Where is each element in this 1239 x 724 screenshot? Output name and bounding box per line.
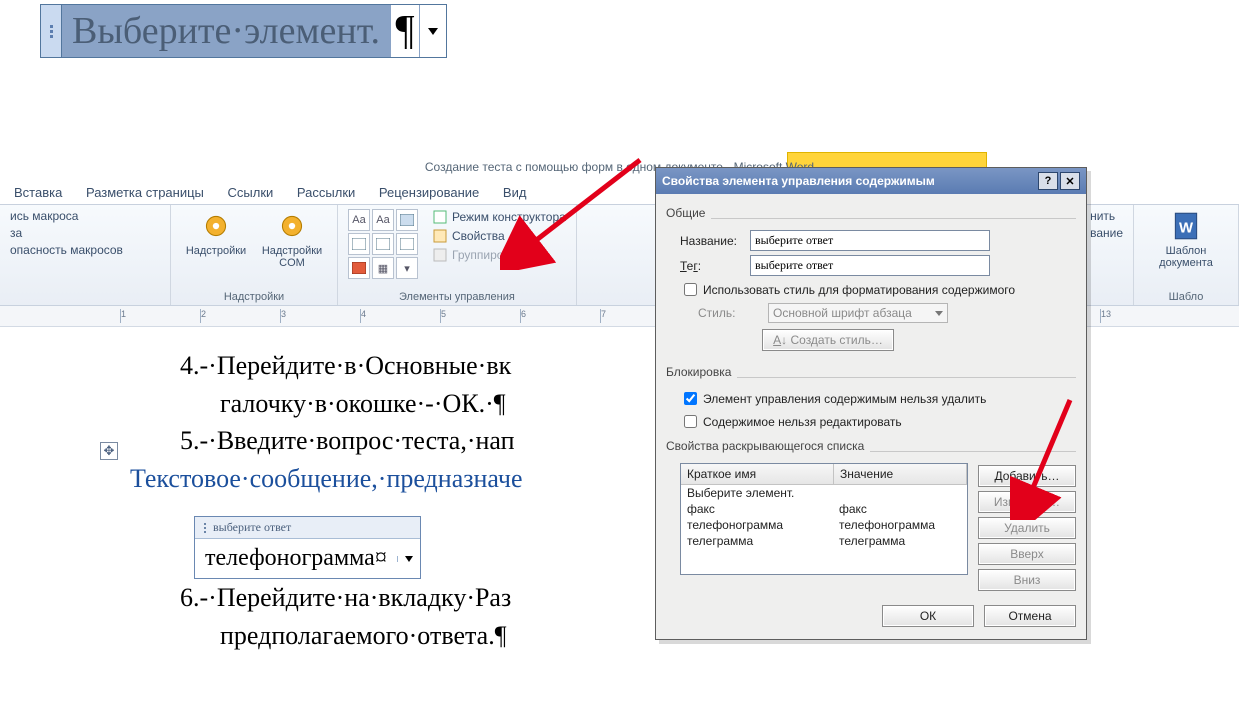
list-item[interactable]: Выберите элемент. <box>681 485 967 501</box>
down-button: Вниз <box>978 569 1076 591</box>
label-use-style: Использовать стиль для форматирования со… <box>703 283 1015 297</box>
calendar-icon <box>400 238 414 250</box>
toolbox-icon <box>352 262 366 274</box>
doc-line-4c: галочку·в·окошке·-·ОК.·¶ <box>220 389 506 418</box>
section-general: Общие <box>666 206 705 220</box>
content-control-placeholder[interactable]: Выберите·элемент. <box>62 5 390 57</box>
content-control-selected[interactable]: Выберите·элемент. ¶ <box>40 4 447 58</box>
content-control-properties-dialog: Свойства элемента управления содержимым … <box>655 167 1087 640</box>
label-no-delete: Элемент управления содержимым нельзя уда… <box>703 392 986 406</box>
checkbox-no-delete[interactable] <box>684 392 697 405</box>
checkbox-use-style[interactable] <box>684 283 697 296</box>
doc-blue-text-a: Текстовое·сообщение,·предназначе <box>130 464 523 493</box>
tab-view[interactable]: Вид <box>493 182 537 203</box>
doc-line-6c: предполагаемого·ответа.¶ <box>220 621 506 650</box>
ribbon-group-controls: Aa Aa ▦ ▾ Режим конструктора <box>338 205 577 305</box>
tab-review[interactable]: Рецензирование <box>369 182 489 203</box>
content-control-handle[interactable] <box>41 5 62 57</box>
dialog-titlebar[interactable]: Свойства элемента управления содержимым … <box>656 168 1086 194</box>
combobox-icon <box>352 238 366 250</box>
up-button: Вверх <box>978 543 1076 565</box>
ok-button[interactable]: ОК <box>882 605 974 627</box>
doc-line-4a: 4.-·Перейдите·в·Основные·вк <box>180 351 511 380</box>
input-tag[interactable] <box>750 255 990 276</box>
ruler-pencil-icon <box>432 209 448 225</box>
hand-sheet-icon <box>432 228 448 244</box>
ribbon-group-macros-partial: ись макроса за опасность макросов <box>0 205 171 305</box>
protect-label-2[interactable]: вание <box>1090 226 1123 240</box>
list-item[interactable]: факсфакс <box>681 501 967 517</box>
date-control-icon[interactable] <box>396 233 418 255</box>
dropdown-icon <box>376 238 390 250</box>
dropdown-items-list[interactable]: Краткое имя Значение Выберите элемент. ф… <box>680 463 968 575</box>
picture-icon <box>400 214 414 226</box>
group-caption-addins: Надстройки <box>181 291 327 303</box>
com-addins-button[interactable]: Надстройки COM <box>257 209 327 269</box>
tab-insert[interactable]: Вставка <box>4 182 72 203</box>
section-lock: Блокировка <box>666 365 731 379</box>
picture-control-icon[interactable] <box>396 209 418 231</box>
label-tag: Тег: <box>680 259 750 273</box>
dialog-help-button[interactable]: ? <box>1038 172 1058 190</box>
legacy-tools-icon[interactable] <box>348 257 370 279</box>
more-controls-icon[interactable]: ▾ <box>396 257 418 279</box>
macro-pause-label[interactable]: за <box>10 226 123 240</box>
tab-page-layout[interactable]: Разметка страницы <box>76 182 214 203</box>
inline-control-tag[interactable]: выберите ответ <box>195 517 420 539</box>
addins-button[interactable]: Надстройки <box>181 209 251 257</box>
word-template-icon: W <box>1169 209 1203 243</box>
list-item[interactable]: телеграммателеграмма <box>681 533 967 549</box>
col-display[interactable]: Краткое имя <box>681 464 834 484</box>
ribbon-group-addins: Надстройки Надстройки COM Надстройки <box>171 205 338 305</box>
design-mode-button[interactable]: Режим конструктора <box>432 209 566 225</box>
protect-label-1[interactable]: нить <box>1090 209 1123 223</box>
dialog-close-button[interactable]: ✕ <box>1060 172 1080 190</box>
plaintext-control-icon[interactable]: Aa <box>372 209 394 231</box>
ribbon-group-protect-partial: нить вание <box>1080 205 1134 305</box>
macro-record-label[interactable]: ись макроса <box>10 209 123 223</box>
dropdown-control-icon[interactable] <box>372 233 394 255</box>
building-block-icon[interactable]: ▦ <box>372 257 394 279</box>
delete-button: Удалить <box>978 517 1076 539</box>
cancel-button[interactable]: Отмена <box>984 605 1076 627</box>
label-name: Название: <box>680 234 750 248</box>
gear-icon <box>199 209 233 243</box>
properties-button[interactable]: Свойства <box>432 228 566 244</box>
tab-mailings[interactable]: Рассылки <box>287 182 365 203</box>
checkbox-no-edit[interactable] <box>684 415 697 428</box>
paragraph-mark: ¶ <box>390 5 419 57</box>
content-control-dropdown-arrow[interactable] <box>419 5 446 57</box>
richtext-control-icon[interactable]: Aa <box>348 209 370 231</box>
group-icon <box>432 247 448 263</box>
control-gallery: Aa Aa ▦ ▾ <box>348 209 418 279</box>
combo-control-icon[interactable] <box>348 233 370 255</box>
inline-control-value: телефонограмма¤ <box>195 539 397 578</box>
svg-text:W: W <box>1179 220 1194 236</box>
document-template-button[interactable]: W Шаблон документа <box>1144 209 1228 269</box>
label-style: Стиль: <box>698 306 768 320</box>
list-item[interactable]: телефонограммателефонограмма <box>681 517 967 533</box>
group-caption-template: Шабло <box>1144 291 1228 303</box>
add-button[interactable]: Добавить… <box>978 465 1076 487</box>
section-list: Свойства раскрывающегося списка <box>666 439 864 453</box>
ribbon-group-template: W Шаблон документа Шабло <box>1134 205 1239 305</box>
object-anchor-icon[interactable]: ✥ <box>100 442 118 460</box>
doc-line-6a: 6.-·Перейдите·на·вкладку·Раз <box>180 583 511 612</box>
new-style-button: A↓ Создать стиль… <box>762 329 894 351</box>
select-style: Основной шрифт абзаца <box>768 303 948 323</box>
dialog-title: Свойства элемента управления содержимым <box>662 174 935 188</box>
col-value[interactable]: Значение <box>834 464 967 484</box>
label-no-edit: Содержимое нельзя редактировать <box>703 415 902 429</box>
group-caption-controls: Элементы управления <box>348 291 566 303</box>
input-name[interactable] <box>750 230 990 251</box>
tab-references[interactable]: Ссылки <box>218 182 284 203</box>
group-button: Группировать ▾ <box>432 247 566 263</box>
doc-line-5: 5.-·Введите·вопрос·теста,·нап <box>180 426 515 455</box>
macro-security-label[interactable]: опасность макросов <box>10 243 123 257</box>
gear-icon <box>275 209 309 243</box>
inline-content-control[interactable]: выберите ответ телефонограмма¤ <box>194 516 421 579</box>
edit-button: Изменить… <box>978 491 1076 513</box>
inline-control-dropdown-arrow[interactable] <box>397 556 420 562</box>
